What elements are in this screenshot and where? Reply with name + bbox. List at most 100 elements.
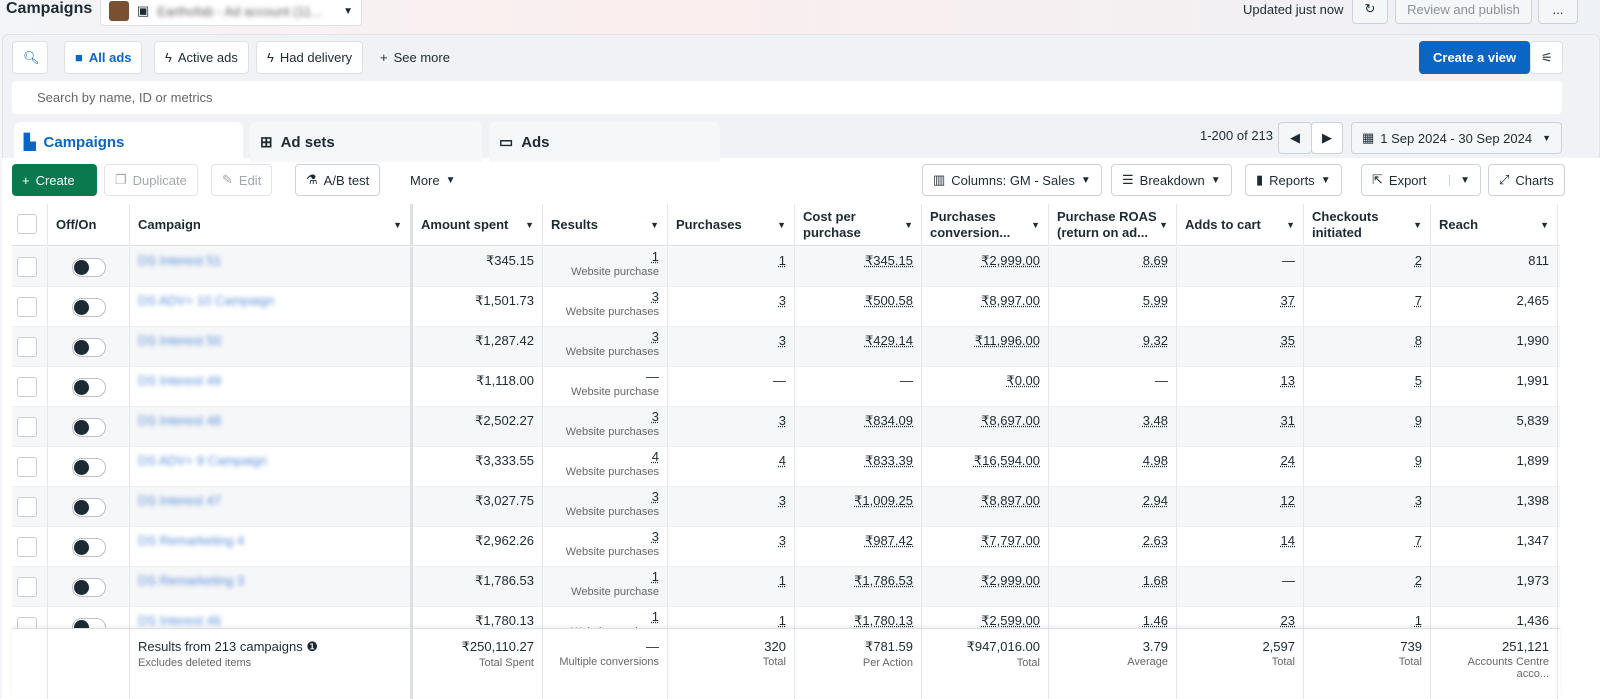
table-row[interactable]: DS Interest 49 ₹1,118.00 — Website purchase… [12,367,1560,407]
column-header[interactable]: Purchases ▼ [668,204,795,246]
column-header[interactable]: Cost per purchase ▼ [795,204,922,246]
campaign-name-link[interactable]: DS Interest 51 [138,253,221,268]
row-checkbox[interactable] [17,537,37,557]
sort-caret-icon[interactable]: ▼ [1159,217,1168,233]
cell-chk: 2 [1304,567,1431,607]
lightning-icon: ϟ [267,50,274,65]
sort-caret-icon[interactable]: ▼ [904,217,913,233]
next-page-button[interactable]: ▶ [1311,122,1343,154]
campaign-name-link[interactable]: DS ADV+ 10 Campaign [138,293,274,308]
table-row[interactable]: DS Interest 48 ₹2,502.27 3 Website purchase… [12,407,1560,447]
value: 23 [1280,613,1295,628]
campaign-name-link[interactable]: DS Remarketing 4 [138,533,244,548]
table-row[interactable]: DS ADV+ 9 Campaign ₹3,333.55 4 Website purc… [12,447,1560,487]
create-button[interactable]: + Create [12,164,97,196]
search-input[interactable]: Search by name, ID or metrics [12,81,1562,114]
sort-caret-icon[interactable]: ▼ [1286,217,1295,233]
table-row[interactable]: DS Remarketing 4 ₹2,962.26 3 Website purcha… [12,527,1560,567]
export-button[interactable]: ⇱ Export ▼ [1361,164,1481,196]
value: ₹1,780.13 [854,613,913,628]
row-checkbox[interactable] [17,377,37,397]
tab-ads[interactable]: ▭ Ads [489,122,720,162]
cell-chk: 7 [1304,527,1431,567]
campaign-name-link[interactable]: DS Interest 46 [138,613,221,628]
prev-page-button[interactable]: ◀ [1278,122,1312,154]
result-type: Website purchases [565,306,659,318]
tab-campaigns[interactable]: ▙ Campaigns [14,122,243,162]
label: Columns: GM - Sales [951,172,1075,188]
create-view-button[interactable]: Create a view [1419,41,1531,74]
campaign-name-link[interactable]: DS Interest 49 [138,373,221,388]
refresh-button[interactable]: ↻ [1352,0,1388,24]
value: 3 [651,529,659,544]
campaign-toggle[interactable] [72,378,106,397]
review-publish-button[interactable]: Review and publish [1395,0,1532,24]
column-header[interactable]: Amount spent ▼ [413,204,543,246]
sort-caret-icon[interactable]: ▼ [1540,217,1549,233]
info-icon[interactable]: ❶ [303,639,318,654]
table-row[interactable]: DS Remarketing 3 ₹1,786.53 1 Website purcha… [12,567,1560,607]
cell-cpp: ₹987.42 [795,527,922,567]
campaign-toggle[interactable] [72,298,106,317]
campaign-name-link[interactable]: DS Remarketing 3 [138,573,244,588]
table-row[interactable]: DS Interest 50 ₹1,287.42 3 Website purchase… [12,327,1560,367]
column-header[interactable]: Reach ▼ [1431,204,1558,246]
charts-button[interactable]: ⤢ Charts [1488,164,1565,196]
filter-active-ads[interactable]: ϟ Active ads [154,41,249,74]
sort-caret-icon[interactable]: ▼ [1031,217,1040,233]
total-label: Multiple conversions [559,656,659,668]
campaign-name-link[interactable]: DS Interest 50 [138,333,221,348]
reports-button[interactable]: ▮ Reports ▼ [1245,164,1342,196]
column-header[interactable]: Purchases conversion... ▼ [922,204,1049,246]
more-button[interactable]: More ▼ [400,164,466,196]
column-header[interactable]: Purchase ROAS (return on ad... ▼ [1049,204,1177,246]
campaign-toggle[interactable] [72,578,106,597]
row-checkbox[interactable] [17,257,37,277]
breakdown-button[interactable]: ☰ Breakdown ▼ [1111,164,1232,196]
more-options-button[interactable]: ... [1538,0,1578,24]
view-settings-button[interactable]: ⚟ [1530,41,1563,74]
sort-caret-icon[interactable]: ▼ [777,217,786,233]
row-checkbox[interactable] [17,497,37,517]
column-header[interactable]: Adds to cart ▼ [1177,204,1304,246]
value: — [1155,373,1168,388]
row-checkbox[interactable] [17,417,37,437]
campaign-toggle[interactable] [72,338,106,357]
campaign-toggle[interactable] [72,498,106,517]
table-row[interactable]: DS Interest 47 ₹3,027.75 3 Website purchase… [12,487,1560,527]
campaign-toggle[interactable] [72,458,106,477]
account-selector[interactable]: ▣ Earthofab - Ad account (11... ▼ [100,0,362,26]
campaign-name-link[interactable]: DS Interest 47 [138,493,221,508]
select-all-checkbox[interactable] [17,214,37,234]
column-header[interactable]: Checkouts initiated ▼ [1304,204,1431,246]
table-row[interactable]: DS Interest 51 ₹345.15 1 Website purchase 1 ₹… [12,247,1560,287]
row-checkbox[interactable] [17,297,37,317]
campaign-toggle[interactable] [72,258,106,277]
campaign-toggle[interactable] [72,538,106,557]
search-button[interactable]: 🔍︎ [12,41,48,74]
edit-button[interactable]: ✎ Edit [211,164,273,196]
date-range-picker[interactable]: ▦ 1 Sep 2024 - 30 Sep 2024 ▼ [1351,122,1562,154]
campaign-toggle[interactable] [72,418,106,437]
column-header[interactable]: Off/On [48,204,130,246]
sort-caret-icon[interactable]: ▼ [1413,217,1422,233]
tab-ad-sets[interactable]: ⊞ Ad sets [250,122,482,162]
sort-caret-icon[interactable]: ▼ [393,217,402,233]
duplicate-button[interactable]: ❐ Duplicate [104,164,198,196]
row-checkbox[interactable] [17,337,37,357]
campaign-name-link[interactable]: DS Interest 48 [138,413,221,428]
see-more-button[interactable]: + See more [370,41,460,74]
chevron-down-icon[interactable]: ▼ [1449,174,1470,186]
filter-had-delivery[interactable]: ϟ Had delivery [256,41,364,74]
campaign-name-link[interactable]: DS ADV+ 9 Campaign [138,453,267,468]
column-header[interactable]: Campaign ▼ [130,204,413,246]
sort-caret-icon[interactable]: ▼ [650,217,659,233]
row-checkbox[interactable] [17,577,37,597]
columns-button[interactable]: ▥ Columns: GM - Sales ▼ [922,164,1102,196]
column-header[interactable]: Results ▼ [543,204,668,246]
table-row[interactable]: DS ADV+ 10 Campaign ₹1,501.73 3 Website pur… [12,287,1560,327]
sort-caret-icon[interactable]: ▼ [525,217,534,233]
row-checkbox[interactable] [17,457,37,477]
filter-all-ads[interactable]: ■ All ads [64,41,143,74]
ab-test-button[interactable]: ⚗ A/B test [295,164,381,196]
